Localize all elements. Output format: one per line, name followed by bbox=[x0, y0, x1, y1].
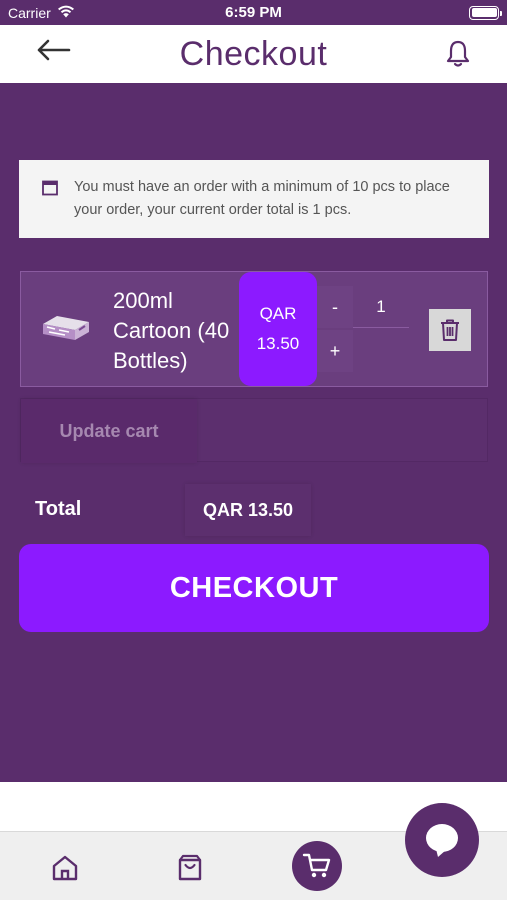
total-value: QAR 13.50 bbox=[185, 484, 311, 536]
price-value: 13.50 bbox=[256, 334, 300, 353]
tab-home[interactable] bbox=[45, 848, 85, 888]
status-bar: Carrier 6:59 PM bbox=[0, 0, 507, 25]
checkout-button[interactable]: CHECKOUT bbox=[19, 544, 489, 632]
price-currency: QAR bbox=[259, 304, 297, 323]
tab-shop[interactable] bbox=[170, 848, 210, 888]
cart-item: 200ml Cartoon (40 Bottles) QAR 13.50 - 1… bbox=[20, 271, 488, 387]
back-button[interactable] bbox=[36, 35, 72, 65]
update-cart-row: Update cart bbox=[20, 398, 488, 463]
increase-quantity-button[interactable]: + bbox=[317, 330, 353, 372]
bell-icon bbox=[446, 40, 470, 67]
cart-icon bbox=[302, 853, 331, 878]
product-image[interactable] bbox=[41, 312, 91, 342]
trash-icon bbox=[441, 319, 459, 341]
page-title: Checkout bbox=[179, 34, 328, 73]
chat-button[interactable] bbox=[405, 803, 479, 877]
update-cart-button[interactable]: Update cart bbox=[21, 399, 197, 463]
notifications-button[interactable] bbox=[443, 37, 473, 71]
remove-item-button[interactable] bbox=[429, 309, 471, 351]
status-time: 6:59 PM bbox=[225, 4, 282, 21]
chat-bubble-icon bbox=[426, 824, 458, 857]
price-box: QAR 13.50 bbox=[239, 272, 317, 386]
product-name: 200ml Cartoon (40 Bottles) bbox=[113, 288, 230, 373]
header: Checkout bbox=[0, 25, 507, 83]
arrow-left-icon bbox=[37, 39, 71, 61]
carrier-label: Carrier bbox=[8, 4, 51, 21]
tab-cart[interactable] bbox=[292, 841, 342, 891]
wifi-icon bbox=[57, 5, 75, 21]
decrease-quantity-button[interactable]: - bbox=[317, 286, 353, 328]
total-label: Total bbox=[35, 498, 82, 520]
battery-icon bbox=[469, 5, 502, 20]
minimum-order-notice: You must have an order with a minimum of… bbox=[19, 160, 489, 238]
notice-text: You must have an order with a minimum of… bbox=[74, 179, 450, 218]
shopping-bag-icon bbox=[178, 854, 202, 881]
home-icon bbox=[52, 855, 78, 881]
quantity-field[interactable]: 1 bbox=[353, 286, 409, 328]
calendar-icon bbox=[41, 179, 59, 205]
